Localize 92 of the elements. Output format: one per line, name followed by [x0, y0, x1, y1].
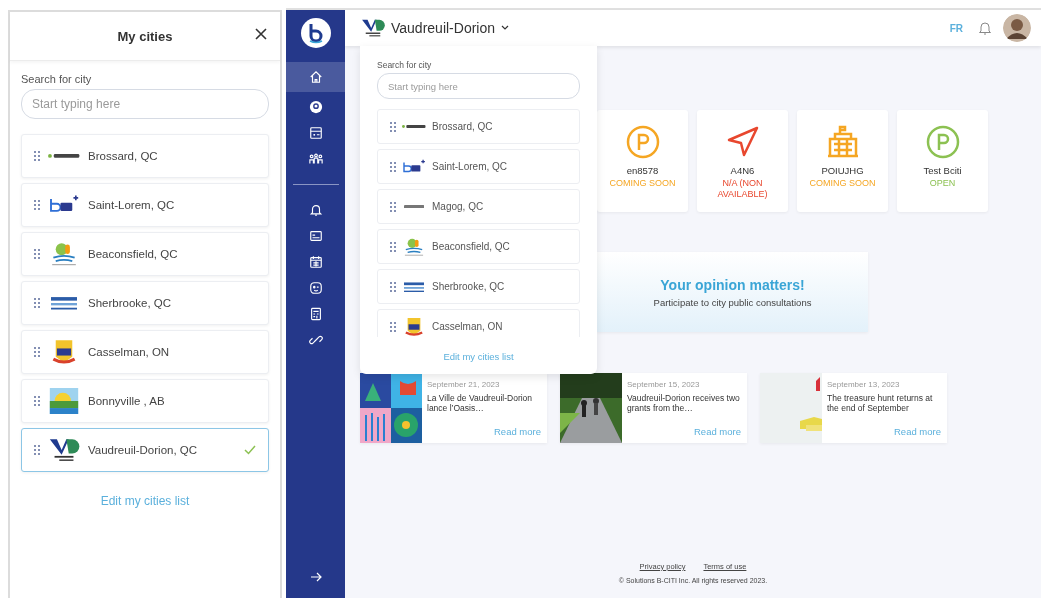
service-card[interactable]: en8578 COMING SOON	[597, 110, 688, 212]
drag-handle-icon[interactable]	[390, 241, 396, 252]
service-name: A4N6	[730, 165, 755, 176]
notifications-button[interactable]	[977, 19, 993, 37]
service-status: OPEN	[929, 178, 956, 189]
city-item[interactable]: Beaconsfield, QC	[21, 232, 269, 276]
banner-text: Participate to city public consultations	[653, 296, 812, 308]
drag-handle-icon[interactable]	[390, 201, 396, 212]
news-date: September 15, 2023	[627, 380, 701, 389]
drag-handle-icon[interactable]	[390, 281, 396, 292]
city-logo	[361, 18, 385, 38]
banner-title: Your opinion matters!	[660, 276, 805, 293]
close-icon	[254, 27, 268, 41]
news-date: September 21, 2023	[427, 380, 501, 389]
document-icon	[308, 307, 323, 321]
bubble-icon	[308, 100, 323, 114]
news-date: September 13, 2023	[827, 380, 901, 389]
service-card[interactable]: POIUJHG COMING SOON	[797, 110, 888, 212]
service-status: COMING SOON	[609, 178, 676, 189]
service-name: Test Bciti	[923, 165, 962, 176]
link-icon	[308, 333, 323, 347]
home-icon	[308, 70, 323, 84]
drag-handle-icon[interactable]	[34, 298, 40, 308]
city-name: Casselman, ON	[432, 321, 504, 332]
avatar[interactable]	[1003, 14, 1031, 42]
city-name: Bonnyville , AB	[88, 395, 166, 407]
service-card[interactable]: A4N6 N/A (NON AVAILABLE)	[697, 110, 788, 212]
city-selector[interactable]: Vaudreuil-Dorion	[361, 18, 509, 38]
city-name: Saint-Lorem, QC	[432, 161, 509, 172]
city-name: Sherbrooke, QC	[88, 297, 173, 309]
city-logo	[402, 236, 426, 257]
city-name: Brossard, QC	[88, 150, 159, 162]
panel-title: My cities	[117, 28, 173, 44]
city-item[interactable]: Sherbrooke, QC	[377, 269, 580, 304]
search-field[interactable]: Start typing here	[377, 73, 580, 99]
drag-handle-icon[interactable]	[34, 347, 40, 357]
city-name: Sherbrooke, QC	[432, 281, 506, 292]
drag-handle-icon[interactable]	[34, 249, 40, 259]
city-item[interactable]: Casselman, ON	[21, 330, 269, 374]
city-item[interactable]: Brossard, QC	[21, 134, 269, 178]
people-icon	[308, 152, 323, 166]
service-card[interactable]: Test Bciti OPEN	[897, 110, 988, 212]
arrow-icon	[309, 572, 322, 582]
city-item[interactable]: Saint-Lorem, QC	[21, 183, 269, 227]
city-item[interactable]: Brossard, QC	[377, 109, 580, 144]
drag-handle-icon[interactable]	[34, 445, 40, 455]
drag-handle-icon[interactable]	[34, 396, 40, 406]
news-title: Vaudreuil-Dorion receives two grants from the…	[627, 393, 741, 414]
service-name: POIUJHG	[821, 165, 864, 176]
drag-handle-icon[interactable]	[390, 161, 396, 172]
city-name: Brossard, QC	[432, 121, 494, 132]
city-name: Vaudreuil-Dorion, QC	[88, 444, 199, 456]
service-name: en8578	[626, 165, 659, 176]
news-icon	[308, 229, 323, 243]
bell-icon	[308, 203, 323, 217]
city-name: Beaconsfield, QC	[88, 248, 179, 260]
drag-handle-icon[interactable]	[34, 200, 40, 210]
calendar-icon	[308, 255, 323, 269]
news-title: The treasure hunt returns at the end of September	[827, 393, 934, 414]
city-name: Casselman, ON	[88, 346, 171, 358]
drag-handle-icon[interactable]	[390, 321, 396, 332]
drag-handle-icon[interactable]	[390, 121, 396, 132]
search-field[interactable]: Start typing here	[21, 89, 269, 119]
service-status: N/A (NON AVAILABLE)	[716, 178, 769, 200]
city-item[interactable]: Saint-Lorem, QC	[377, 149, 580, 184]
service-status: COMING SOON	[809, 178, 876, 189]
city-item[interactable]: Magog, QC	[377, 189, 580, 224]
city-logo	[48, 437, 80, 463]
city-logo	[48, 388, 80, 414]
city-name: Saint-Lorem, QC	[88, 199, 176, 211]
city-logo	[402, 125, 426, 128]
city-item[interactable]: Vaudreuil-Dorion, QC	[21, 428, 269, 472]
ticket-icon	[308, 126, 323, 140]
city-name: Beaconsfield, QC	[432, 241, 511, 252]
drag-handle-icon[interactable]	[34, 151, 40, 161]
chevron-down-icon	[501, 25, 509, 31]
face-icon	[308, 281, 323, 295]
search-label: Search for city	[21, 73, 93, 85]
city-item[interactable]: Sherbrooke, QC	[21, 281, 269, 325]
city-logo	[402, 316, 426, 337]
consultation-banner[interactable]: Your opinion matters! Participate to city public consultations	[597, 252, 868, 332]
city-logo	[48, 154, 80, 158]
search-label: Search for city	[377, 60, 433, 70]
app-logo-icon	[300, 18, 331, 48]
city-item[interactable]: Bonnyville , AB	[21, 379, 269, 423]
city-item[interactable]: Casselman, ON	[377, 309, 580, 337]
check-icon	[244, 445, 256, 455]
city-item[interactable]: Beaconsfield, QC	[377, 229, 580, 264]
bell-icon	[979, 21, 991, 35]
city-logo	[403, 204, 425, 209]
city-name: Magog, QC	[432, 201, 485, 212]
news-title: La Ville de Vaudreuil-Dorion lance l’Oasis…	[427, 393, 534, 414]
